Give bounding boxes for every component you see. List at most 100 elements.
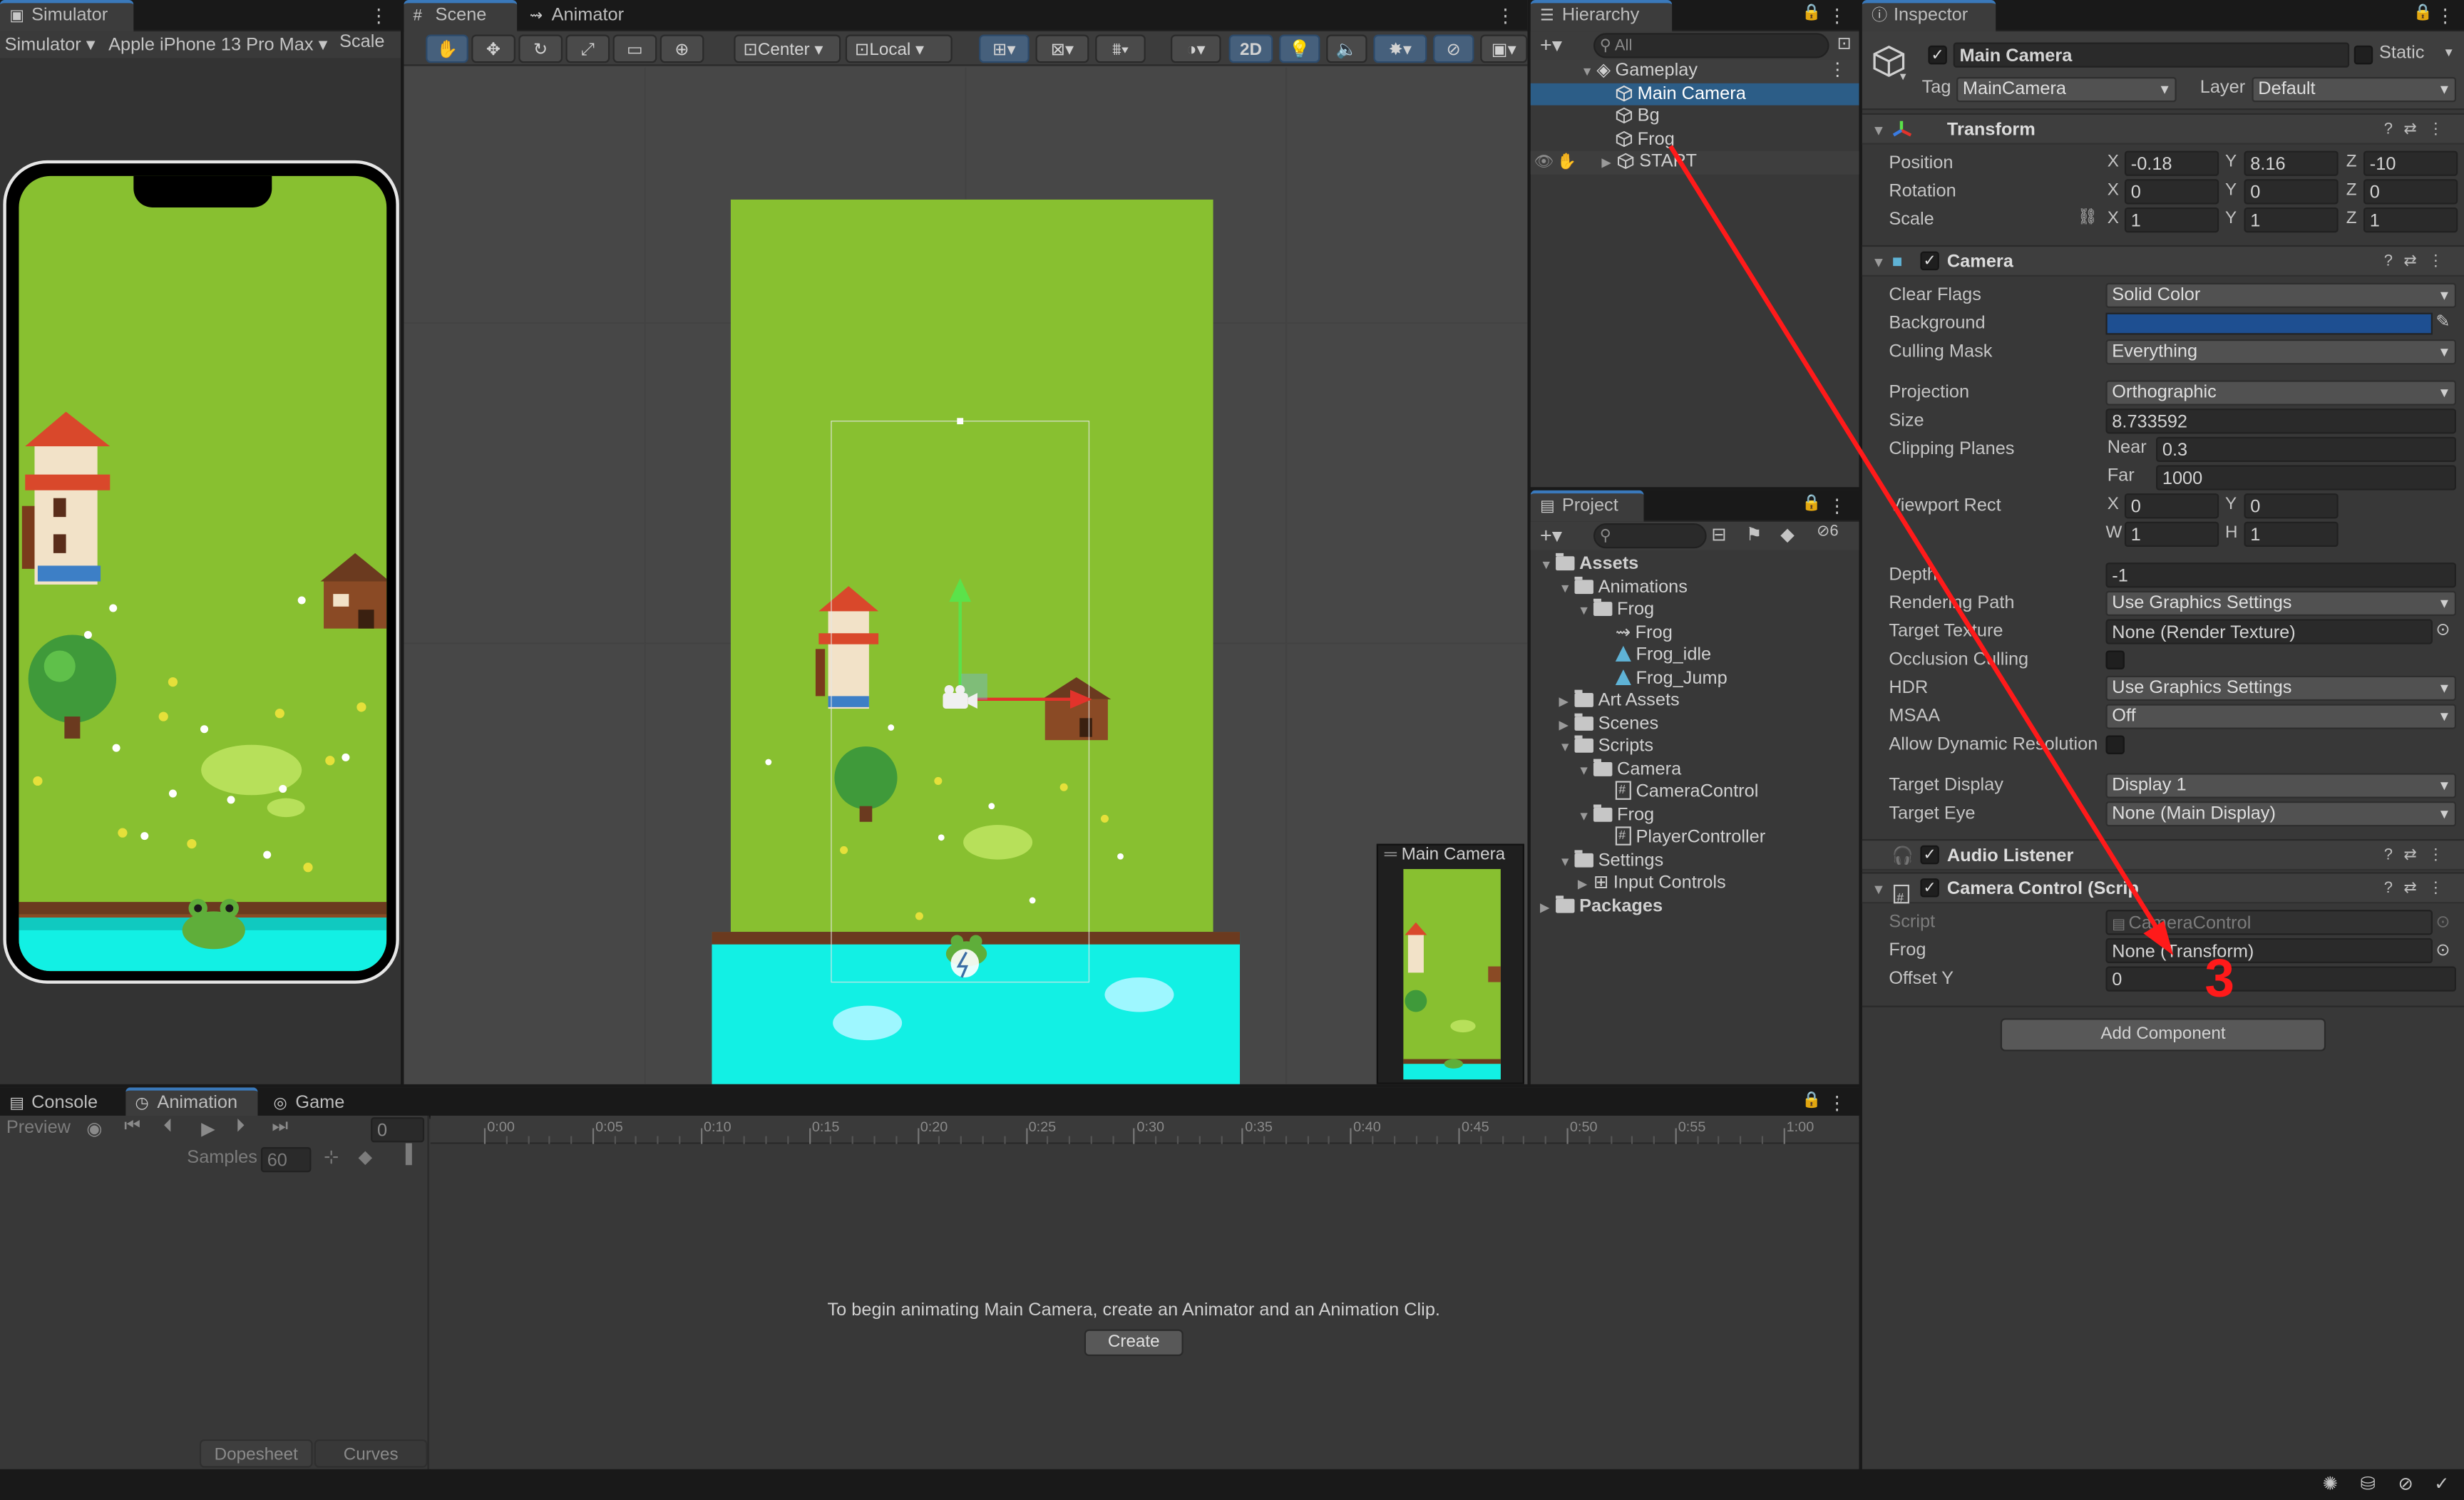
scene-menu-icon[interactable]: ⋮ [1496,5,1514,27]
pivot-center-dropdown[interactable]: ⊡Center ▾ [734,34,841,63]
tab-scene[interactable]: # Scene [404,0,518,32]
progress-check-icon[interactable]: ✓ [2434,1472,2449,1494]
project-item-camera-folder[interactable]: ▼ Camera [1578,758,1681,781]
project-item-scripts[interactable]: ▼ Scripts [1559,735,1653,759]
help-icon[interactable]: ? [2384,121,2404,138]
tab-simulator[interactable]: ▣ Simulator [0,0,134,32]
next-key-icon[interactable]: ⏵ [236,1117,245,1138]
foldout-arrow-icon[interactable]: ▼ [1872,115,1886,146]
hierarchy-add-button[interactable]: +▾ [1540,33,1562,58]
camera-control-component-header[interactable]: ▼ ✓ Camera Control (Scrip ?⇄⋮ [1862,872,2464,915]
project-item-frog-scripts-folder[interactable]: ▼ Frog [1578,803,1654,826]
offset-y-field[interactable]: 0 [2105,966,2457,992]
object-picker-icon[interactable]: ⊙ [2435,940,2450,960]
component-icons[interactable]: ?⇄⋮ [2384,841,2455,872]
grid-visibility-button[interactable]: ⊠▾ [1035,34,1089,63]
tab-animator[interactable]: ⇝ Animator [520,0,637,31]
background-color-swatch[interactable] [2105,312,2433,335]
scale-y-field[interactable]: 1 [2244,207,2339,233]
move-tool-button[interactable]: ✥ [471,34,515,63]
hierarchy-item-bg[interactable]: Bg [1531,106,1660,128]
visibility-eye-icon[interactable]: 👁 [1534,154,1554,171]
add-event-key-icon[interactable]: ◆ [359,1146,373,1167]
play-icon[interactable]: ▶ [201,1117,215,1139]
component-icons[interactable]: ?⇄⋮ [2384,115,2455,146]
component-menu-icon[interactable]: ⋮ [2428,253,2454,270]
collapse-arrow-icon[interactable]: ▶ [1601,153,1617,175]
pivot-local-dropdown[interactable]: ⊡Local ▾ [845,34,953,63]
component-icons[interactable]: ?⇄⋮ [2384,247,2455,278]
add-keyframe-icon[interactable]: ⊹ [324,1146,339,1167]
size-field[interactable]: 8.733592 [2105,409,2457,434]
scene-visibility-icon[interactable]: ⊡ [1837,33,1852,53]
tag-dropdown[interactable]: MainCamera [1956,77,2177,103]
static-checkbox[interactable] [2353,45,2373,65]
scale-label[interactable]: Scale [339,33,384,51]
foldout-arrow-icon[interactable]: ▼ [1872,873,1886,905]
viewport-y-field[interactable]: 0 [2244,493,2339,519]
debug-icon[interactable]: ✺ [2323,1472,2338,1494]
mode-2d-button[interactable]: 2D [1228,34,1273,63]
preset-icon[interactable]: ⇄ [2403,253,2428,270]
position-z-field[interactable]: -10 [2363,150,2458,176]
camera-component-header[interactable]: ▼ ■ ✓ Camera ?⇄⋮ [1862,245,2464,277]
project-search-input[interactable]: ⚲ [1593,523,1707,549]
static-dropdown-arrow-icon[interactable]: ▾ [2445,44,2453,61]
near-field[interactable]: 0.3 [2156,436,2457,463]
help-icon[interactable]: ? [2384,847,2404,864]
tab-game[interactable]: ◎ Game [264,1087,357,1119]
project-menu-icon[interactable]: ⋮ [1827,495,1846,517]
simulator-menu-icon[interactable]: ⋮ [369,5,388,27]
viewport-h-field[interactable]: 1 [2244,521,2339,548]
tab-hierarchy[interactable]: ☰ Hierarchy [1530,0,1673,32]
preset-icon[interactable]: ⇄ [2403,880,2428,897]
timeline-area[interactable]: To begin animating Main Camera, create a… [430,1145,1859,1469]
depth-field[interactable]: -1 [2105,562,2457,588]
rendering-path-dropdown[interactable]: Use Graphics Settings [2105,590,2457,617]
effects-toggle[interactable]: ✸▾ [1373,34,1427,63]
lock-icon[interactable]: 🔒 [1802,1092,1821,1109]
cache-server-icon[interactable]: ⛁ [2361,1472,2376,1494]
device-dropdown[interactable]: Apple iPhone 13 Pro Max ▾ [108,33,327,55]
timeline-ruler[interactable]: 0:00 0:05 0:10 0:15 0:20 0:25 0:30 0:35 0:40 0:45… [430,1115,1859,1144]
lock-icon[interactable]: 🔒 [2413,5,2432,22]
transform-component-header[interactable]: ▼ Transform ?⇄⋮ [1862,113,2464,145]
increment-snap-button[interactable]: ⩩▾ [1095,34,1146,63]
scale-x-field[interactable]: 1 [2124,207,2219,233]
scene-viewport[interactable]: ═ Main Camera [404,67,1528,1084]
dopesheet-tab[interactable]: Dopesheet [199,1439,313,1468]
audio-toggle[interactable]: 🔈 [1326,34,1367,63]
culling-mask-dropdown[interactable]: Everything [2105,339,2457,365]
grid-snap-button[interactable]: ⊞▾ [979,34,1030,63]
tab-inspector[interactable]: ⓘ Inspector [1862,0,1996,32]
pick-hand-icon[interactable]: ✋ [1557,154,1576,171]
project-item-packages[interactable]: ▶ Packages [1540,895,1663,918]
add-event-icon[interactable]: ▐ [399,1146,412,1164]
lighting-toggle[interactable]: 💡 [1279,34,1320,63]
hierarchy-item-start[interactable]: 👁 ✋ ▶ START [1530,150,1859,175]
target-display-dropdown[interactable]: Display 1 [2105,773,2457,798]
lock-icon[interactable]: 🔒 [1802,495,1821,512]
position-x-field[interactable]: -0.18 [2124,150,2219,176]
inspector-menu-icon[interactable]: ⋮ [2435,5,2454,27]
frame-field[interactable]: 0 [371,1117,425,1143]
component-icons[interactable]: ?⇄⋮ [2384,873,2455,905]
search-by-label-icon[interactable]: ⚑ [1746,523,1762,545]
last-key-icon[interactable]: ⏭ [272,1117,288,1138]
simulator-mode-dropdown[interactable]: Simulator ▾ [5,33,96,55]
preset-icon[interactable]: ⇄ [2403,847,2428,864]
projection-dropdown[interactable]: Orthographic [2105,380,2457,406]
dynamic-resolution-checkbox[interactable] [2105,735,2125,754]
object-name-field[interactable]: Main Camera [1953,42,2350,68]
preset-icon[interactable]: ⇄ [2403,121,2428,138]
project-item-cameracontrol-script[interactable]: CameraControl [1615,779,1758,803]
project-item-animations[interactable]: ▼ Animations [1559,575,1688,599]
draw-mode-dropdown[interactable]: ◑▾ [1171,34,1221,63]
component-menu-icon[interactable]: ⋮ [2428,880,2454,897]
project-item-frog-idle[interactable]: Frog_idle [1615,644,1711,667]
create-animation-button[interactable]: Create [1084,1329,1184,1357]
samples-field[interactable]: 60 [260,1146,312,1173]
audio-listener-enabled-checkbox[interactable]: ✓ [1920,845,1939,865]
project-item-settings[interactable]: ▼ Settings [1559,849,1663,872]
previous-key-icon[interactable]: ⏴ [163,1117,173,1138]
